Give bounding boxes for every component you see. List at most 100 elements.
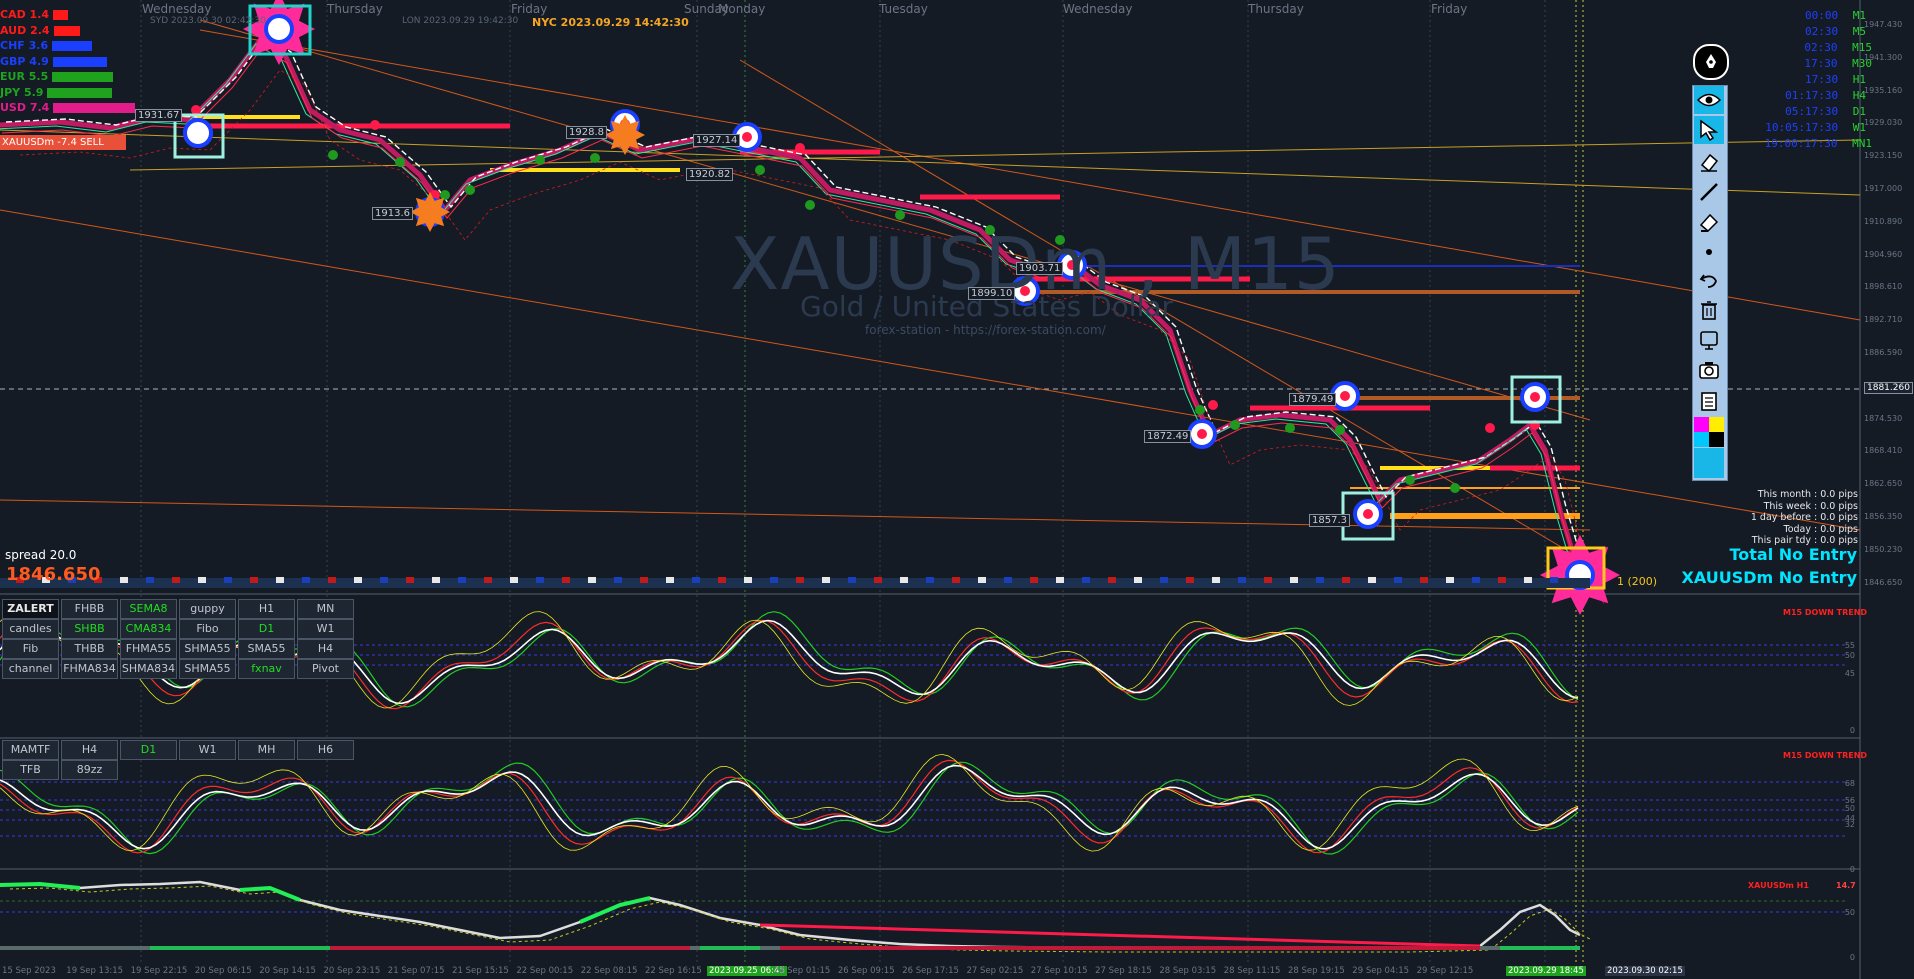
indicator-toggle[interactable]: MN <box>297 599 354 619</box>
indicator-toggle[interactable]: THBB <box>61 639 118 659</box>
indicator-toggle[interactable]: D1 <box>238 619 295 639</box>
timeframe-countdown: 10:05:17:30 <box>1765 121 1839 134</box>
price-axis-label: 1868.410 <box>1864 446 1903 456</box>
indicator-toggle[interactable]: H4 <box>297 639 354 659</box>
indicator-toggle[interactable]: FHBB <box>61 599 118 619</box>
price-axis-label: 1947.430 <box>1864 20 1903 29</box>
indicator-toggle[interactable]: guppy <box>179 599 236 619</box>
flag-icon <box>432 577 440 583</box>
line-tool-button[interactable] <box>1694 178 1724 206</box>
timeframe-row: 02:30 M5 <box>1805 25 1866 38</box>
indicator-toggle[interactable]: SHBB <box>61 619 118 639</box>
timeframe-countdown: 17:30 <box>1805 73 1839 86</box>
eraser-button[interactable] <box>1694 148 1724 176</box>
flag-icon <box>1160 577 1168 583</box>
mamtf-toggle[interactable]: MAMTF <box>2 740 59 760</box>
flag-icon <box>198 577 206 583</box>
timeframe-countdown: 01:17:30 <box>1785 89 1839 102</box>
indicator-toggle[interactable]: fxnav <box>238 659 295 679</box>
price-axis-label: 1904.960 <box>1864 249 1903 259</box>
signal-dot <box>1285 423 1295 433</box>
dot-tool-button[interactable] <box>1694 238 1724 266</box>
trend-label-panel2: M15 DOWN TREND <box>1783 751 1868 760</box>
trend-label-panel1: M15 DOWN TREND <box>1783 608 1868 617</box>
active-color-swatch[interactable] <box>1694 448 1724 478</box>
time-axis-label: 2023.09.30 02:15 <box>1605 966 1685 976</box>
delete-button[interactable] <box>1694 296 1724 324</box>
time-axis-label: 27 Sep 02:15 <box>966 966 1024 976</box>
indicator-toggle[interactable]: FHMA834 <box>61 659 118 679</box>
time-axis-label: 28 Sep 19:15 <box>1288 966 1345 976</box>
indicator-toggle[interactable]: Fib <box>2 639 59 659</box>
signal-dot <box>1230 420 1240 430</box>
signal-dot <box>535 155 545 165</box>
indicator-toggle[interactable]: ZALERT <box>2 599 59 619</box>
indicator-toggle[interactable]: candles <box>2 619 59 639</box>
mamtf-toggle[interactable]: MH <box>238 740 295 760</box>
timeframe-countdown: 19:00:17:30 <box>1764 137 1838 150</box>
flag-icon <box>1394 577 1402 583</box>
indicator-toggle[interactable]: SEMA8 <box>120 599 177 619</box>
price-axis-label: 1850.230 <box>1864 544 1903 554</box>
mamtf-toggle[interactable]: D1 <box>120 740 177 760</box>
screenshot-button[interactable] <box>1694 356 1724 384</box>
indicator-toggle[interactable]: SHMA834 <box>120 659 177 679</box>
current-price-tag: 1881.260 <box>1864 382 1913 394</box>
signal-dot <box>805 200 815 210</box>
mamtf-toggle[interactable]: H4 <box>61 740 118 760</box>
timeframe-countdown: 00:00 <box>1805 9 1839 22</box>
mamtf-toggle[interactable]: 89zz <box>61 760 118 780</box>
currency-row: CAD 1.4 <box>0 8 69 21</box>
flag-icon <box>978 577 986 583</box>
timeframe-row: 17:30 H1 <box>1805 73 1866 86</box>
flag-icon <box>406 577 414 583</box>
indicator-toggle[interactable]: FHMA55 <box>120 639 177 659</box>
mamtf-toggle[interactable]: W1 <box>179 740 236 760</box>
eye-button[interactable] <box>1694 86 1724 114</box>
target-marker <box>183 118 213 148</box>
time-axis-label: 28 Sep 11:15 <box>1223 966 1281 976</box>
currency-code: CHF 3.6 <box>0 39 49 52</box>
highlighter-button[interactable] <box>1694 208 1724 236</box>
level-label: 1927.14 <box>693 134 741 147</box>
mamtf-toggle[interactable]: TFB <box>2 760 59 780</box>
current-bid-price: 1846.650 <box>6 564 101 585</box>
indicator-toggle[interactable]: Fibo <box>179 619 236 639</box>
signal-dot <box>1208 400 1218 410</box>
flag-icon <box>1082 577 1090 583</box>
indicator-toggle[interactable]: SHMA55 <box>179 659 236 679</box>
mamtf-toggle[interactable]: H6 <box>297 740 354 760</box>
time-axis-label: 22 Sep 00:15 <box>516 966 574 976</box>
h1-histogram <box>1500 946 1580 950</box>
indicator-toggle[interactable]: Pivot <box>297 659 354 679</box>
price-axis-label: 1910.890 <box>1864 216 1903 226</box>
indicator-toggle[interactable]: W1 <box>297 619 354 639</box>
indicator-toggle[interactable]: SMA55 <box>238 639 295 659</box>
currency-row: CHF 3.6 <box>0 39 92 52</box>
undo-button[interactable] <box>1694 266 1724 294</box>
flag-icon <box>718 577 726 583</box>
pips-row: This month : 0.0 pips <box>1757 489 1858 500</box>
timeframe-countdown: 02:30 <box>1805 25 1839 38</box>
indicator-toggle[interactable]: H1 <box>238 599 295 619</box>
oscillator-line <box>0 619 1579 705</box>
cursor-button[interactable] <box>1694 116 1724 144</box>
price-axis-label: 1892.710 <box>1864 315 1903 325</box>
indicator-toggle[interactable]: CMA834 <box>120 619 177 639</box>
timeframe-row: 01:17:30 H4 <box>1785 89 1866 102</box>
color-picker-button[interactable] <box>1694 416 1724 448</box>
flag-icon <box>250 577 258 583</box>
currency-row: AUD 2.4 <box>0 24 80 37</box>
pen-tool-button[interactable] <box>1693 44 1729 80</box>
chart-canvas[interactable]: 555045068565044320500 <box>0 0 1914 979</box>
h1-bull-line <box>579 896 651 924</box>
target-marker <box>264 14 294 44</box>
signal-dot <box>465 185 475 195</box>
template-button[interactable] <box>1694 326 1724 354</box>
line-icon <box>1700 183 1718 201</box>
indicator-toggle[interactable]: channel <box>2 659 59 679</box>
indicator-toggle[interactable]: SHMA55 <box>179 639 236 659</box>
clipboard-button[interactable] <box>1694 386 1724 414</box>
flag-icon <box>614 577 622 583</box>
panel-level-label: 50 <box>1845 804 1855 813</box>
